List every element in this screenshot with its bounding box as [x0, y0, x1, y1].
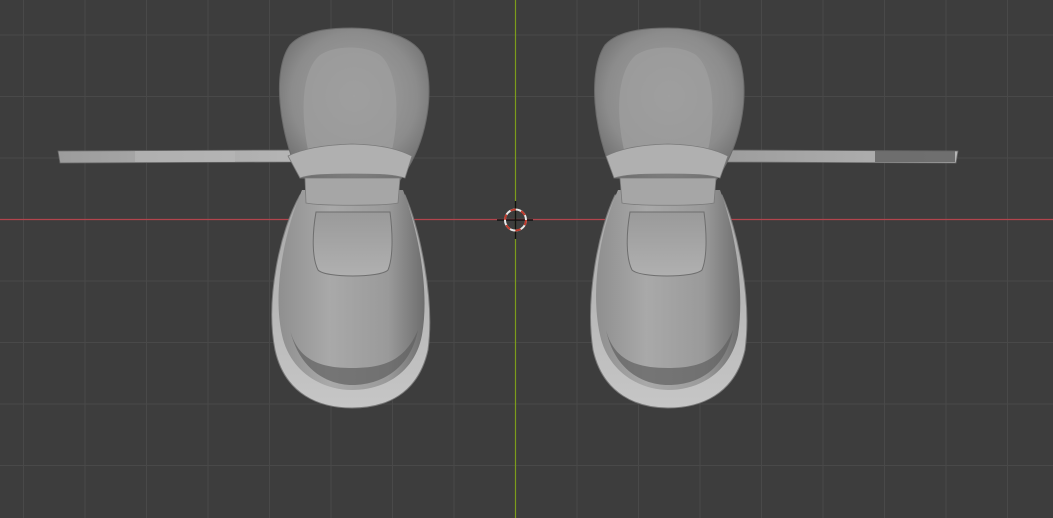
grid [0, 0, 1053, 518]
viewport-canvas[interactable] [0, 0, 1053, 518]
right-flap [605, 143, 729, 179]
3d-cursor-icon[interactable] [497, 201, 533, 239]
right-flap-front [619, 177, 717, 206]
right-tongue [626, 211, 707, 277]
left-shoe-mesh[interactable] [57, 27, 431, 409]
left-flap-front [304, 177, 401, 206]
left-heel-interior [303, 47, 397, 150]
left-flap [287, 143, 413, 179]
right-heel-interior [619, 47, 713, 150]
3d-viewport[interactable] [0, 0, 1053, 518]
right-shoe-mesh[interactable] [590, 27, 959, 409]
left-strap-segment [135, 151, 235, 162]
left-tongue [312, 211, 393, 277]
right-strap-segment [875, 151, 955, 162]
